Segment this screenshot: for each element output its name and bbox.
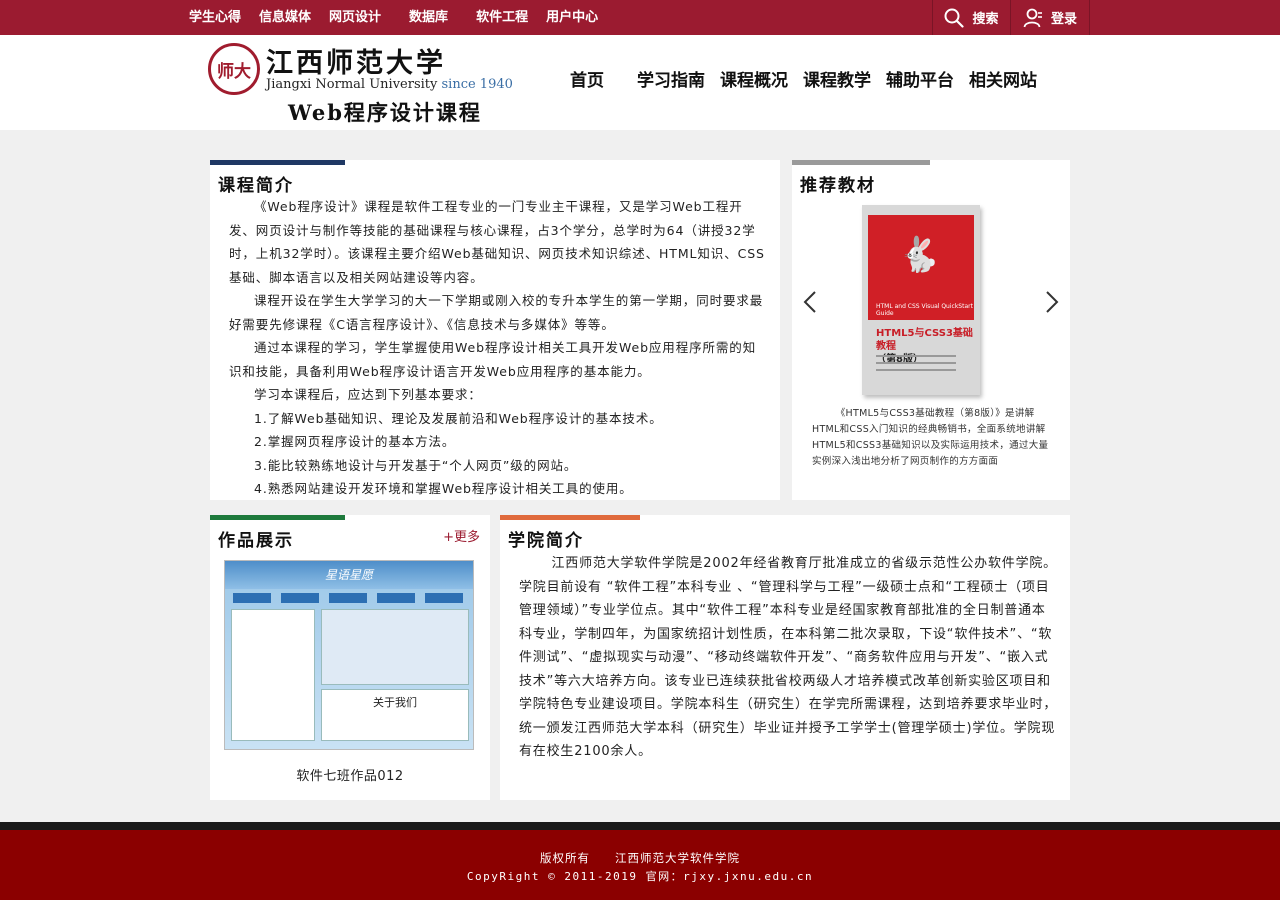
works-accent-bar [210,515,345,520]
book-description: 《HTML5与CSS3基础教程（第8版）》是讲解HTML和CSS入门知识的经典畅… [812,408,1049,467]
requirement-item: 3.能比较熟练地设计与开发基于“个人网页”级的网站。 [254,457,578,473]
main-nav-course-overview[interactable]: 课程概况 [720,66,788,91]
course-intro-body: 《Web程序设计》课程是软件工程专业的一门专业主干课程，又是学习Web工程开发、… [229,195,767,501]
requirement-item: 1.了解Web基础知识、理论及发展前沿和Web程序设计的基本技术。 [254,410,663,426]
chevron-right-icon[interactable] [1042,290,1062,314]
course-intro-panel: 课程简介 《Web程序设计》课程是软件工程专业的一门专业主干课程，又是学习Web… [210,160,780,500]
intro-paragraph: 学习本课程后，应达到下列基本要求： [254,387,482,402]
search-icon [944,8,965,28]
search-button[interactable]: 搜索 [932,0,1011,35]
more-works-link[interactable]: +更多 [443,526,480,545]
works-about-label: 关于我们 [373,696,417,709]
top-nav-item-software-eng[interactable]: 软件工程 [467,0,537,35]
login-label: 登录 [1050,12,1077,27]
intro-paragraph: 课程开设在学生大学学习的大一下学期或刚入校的专升本学生的第一学期，同时要求最好需… [229,293,764,332]
university-since: since 1940 [441,77,513,92]
works-thumbnail-image[interactable]: 星语星愿 关于我们 [224,560,474,750]
book-cover-lines [876,355,956,376]
site-logo[interactable]: 师大 江西师范大学 Jiangxi Normal University sinc… [208,43,513,128]
intro-paragraph: 通过本课程的学习，学生掌握使用Web程序设计相关工具开发Web应用程序所需的知识… [229,340,757,379]
top-nav-item-student-notes[interactable]: 学生心得 [180,0,250,35]
top-bar: 学生心得 信息媒体 网页设计 数据库 软件工程 用户中心 搜索 登录 [0,0,1280,35]
book-cover-subtitle: HTML and CSS Visual QuickStart Guide [876,303,973,317]
course-title: Web程序设计课程 [288,100,482,125]
works-sidebar-block [231,609,315,741]
rabbit-icon: 🐇 [898,235,941,275]
works-nav-tabs [233,593,473,603]
top-nav-item-database[interactable]: 数据库 [400,0,457,35]
footer-copyright-line: CopyRight © 2011-2019 官网：rjxy.jxnu.edu.c… [466,870,814,883]
university-english-label: Jiangxi Normal University [266,77,438,92]
site-footer: 版权所有 江西师范大学软件学院 CopyRight © 2011-2019 官网… [0,830,1280,900]
main-nav-course-teaching[interactable]: 课程教学 [803,66,871,91]
works-showcase-title: 作品展示 [218,531,294,551]
college-accent-bar [500,515,640,520]
recommended-book-panel: 推荐教材 🐇 HTML and CSS Visual QuickStart Gu… [792,160,1070,500]
requirement-item: 4.熟悉网站建设开发环境和掌握Web程序设计相关工具的使用。 [254,481,633,496]
footer-copyright-owner: 版权所有 江西师范大学软件学院 [540,851,740,865]
course-intro-accent-bar [210,160,345,165]
top-nav: 学生心得 信息媒体 网页设计 数据库 软件工程 用户中心 [180,0,607,35]
university-name: 江西师范大学 [266,48,446,79]
book-cover-title-text: HTML5与CSS3基础教程 [876,328,973,352]
main-nav-home[interactable]: 首页 [570,66,604,91]
university-english-name: Jiangxi Normal University since 1940 [266,77,513,92]
user-icon [1023,8,1042,27]
book-accent-bar [792,160,930,165]
login-button[interactable]: 登录 [1011,0,1090,35]
site-header: 师大 江西师范大学 Jiangxi Normal University sinc… [0,35,1280,130]
search-label: 搜索 [972,12,999,27]
main-nav-study-guide[interactable]: 学习指南 [637,66,705,91]
works-caption[interactable]: 软件七班作品012 [210,765,490,784]
main-nav-assist-platform[interactable]: 辅助平台 [886,66,954,91]
works-content-block [321,609,469,685]
works-showcase-panel: 作品展示 +更多 星语星愿 关于我们 软件七班作品012 [210,515,490,800]
main-nav: 首页 学习指南 课程概况 课程教学 辅助平台 相关网站 [562,66,1052,91]
footer-divider [0,822,1280,830]
college-intro-text: 江西师范大学软件学院是2002年经省教育厅批准成立的省级示范性公办软件学院。学院… [519,556,1058,759]
college-intro-title: 学院简介 [508,531,584,551]
recommended-book-title: 推荐教材 [800,176,876,196]
top-nav-item-web-design[interactable]: 网页设计 [320,0,390,35]
top-nav-item-media[interactable]: 信息媒体 [250,0,320,35]
main-nav-related-sites[interactable]: 相关网站 [969,66,1037,91]
book-cover-image[interactable]: 🐇 HTML and CSS Visual QuickStart Guide H… [862,205,980,395]
works-banner: 星语星愿 [225,561,473,589]
college-intro-panel: 学院简介 江西师范大学软件学院是2002年经省教育厅批准成立的省级示范性公办软件… [500,515,1070,800]
chevron-left-icon[interactable] [800,290,820,314]
top-nav-item-user-center[interactable]: 用户中心 [537,0,607,35]
intro-paragraph: 《Web程序设计》课程是软件工程专业的一门专业主干课程，又是学习Web工程开发、… [229,199,765,285]
requirement-item: 2.掌握网页程序设计的基本方法。 [254,434,456,449]
university-seal-icon: 师大 [208,43,260,95]
works-about-block: 关于我们 [321,689,469,741]
top-actions: 搜索 登录 [932,0,1090,35]
course-intro-title: 课程简介 [218,176,294,196]
